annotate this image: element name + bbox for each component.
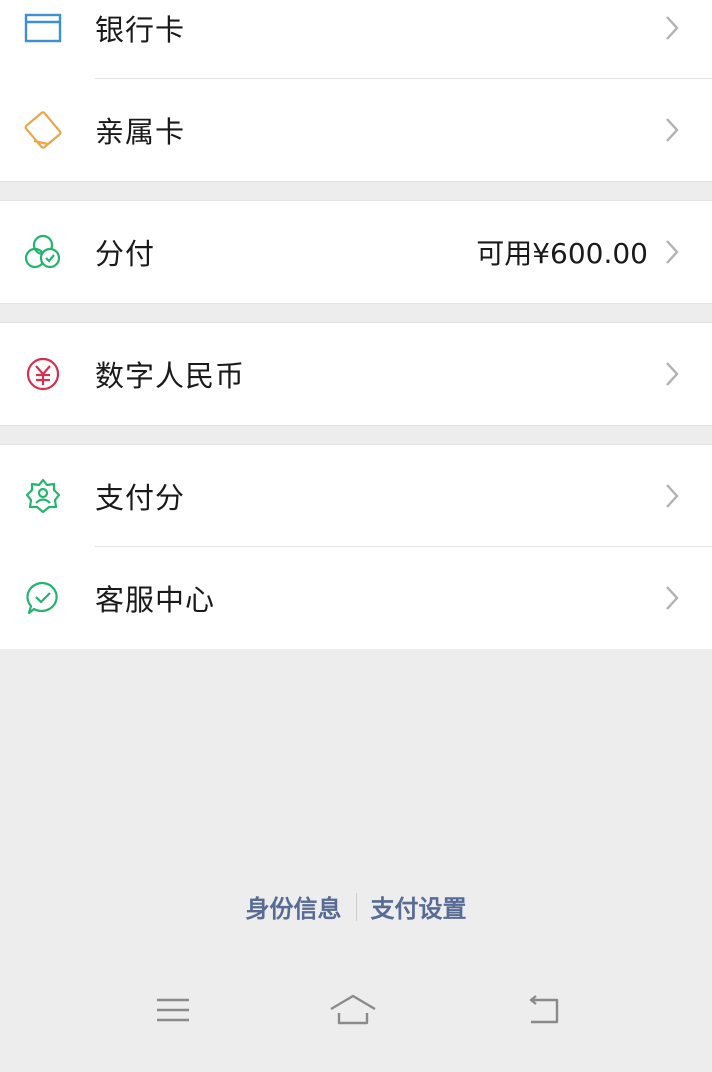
system-nav-bar (0, 981, 712, 1039)
chevron-right-icon (666, 118, 679, 142)
digital-rmb-row[interactable]: 数字人民币 (0, 323, 712, 425)
customer-service-label: 客服中心 (95, 583, 216, 617)
family-card-label: 亲属卡 (95, 115, 186, 149)
customer-service-row[interactable]: 客服中心 (0, 547, 712, 649)
chevron-right-icon (666, 362, 679, 386)
footer-separator (355, 892, 357, 921)
customer-service-icon (24, 579, 62, 617)
digital-rmb-label: 数字人民币 (95, 359, 246, 393)
bank-card-label: 银行卡 (95, 13, 186, 47)
chevron-right-icon (666, 240, 679, 264)
payment-settings-link[interactable]: 支付设置 (371, 889, 467, 924)
available-credit-value: 可用¥600.00 (476, 237, 648, 270)
chevron-right-icon (666, 484, 679, 508)
pay-score-label: 支付分 (95, 481, 186, 515)
section-gap (0, 425, 712, 445)
pay-score-icon (24, 477, 62, 515)
section-gap (0, 181, 712, 201)
fenfu-icon (24, 233, 62, 271)
chevron-right-icon (666, 16, 679, 40)
family-card-icon (24, 111, 62, 149)
section-gap (0, 303, 712, 323)
family-card-row[interactable]: 亲属卡 (0, 79, 712, 181)
fenfu-label: 分付 (95, 237, 156, 271)
home-icon[interactable] (329, 989, 377, 1031)
menu-icon[interactable] (149, 989, 197, 1031)
bank-card-row[interactable]: 银行卡 (0, 0, 712, 79)
bank-card-icon (24, 9, 62, 47)
menu-group-cards: 银行卡 亲属卡 (0, 0, 712, 181)
digital-rmb-icon (24, 355, 62, 393)
footer-links: 身份信息 支付设置 (0, 889, 712, 924)
fenfu-row[interactable]: 分付 可用¥600.00 (0, 201, 712, 303)
pay-score-row[interactable]: 支付分 (0, 445, 712, 547)
menu-group-fenfu: 分付 可用¥600.00 (0, 201, 712, 303)
identity-info-link[interactable]: 身份信息 (246, 889, 342, 924)
menu-group-services: 支付分 客服中心 (0, 445, 712, 649)
chevron-right-icon (666, 586, 679, 610)
back-icon[interactable] (518, 989, 566, 1031)
menu-group-digital-rmb: 数字人民币 (0, 323, 712, 425)
